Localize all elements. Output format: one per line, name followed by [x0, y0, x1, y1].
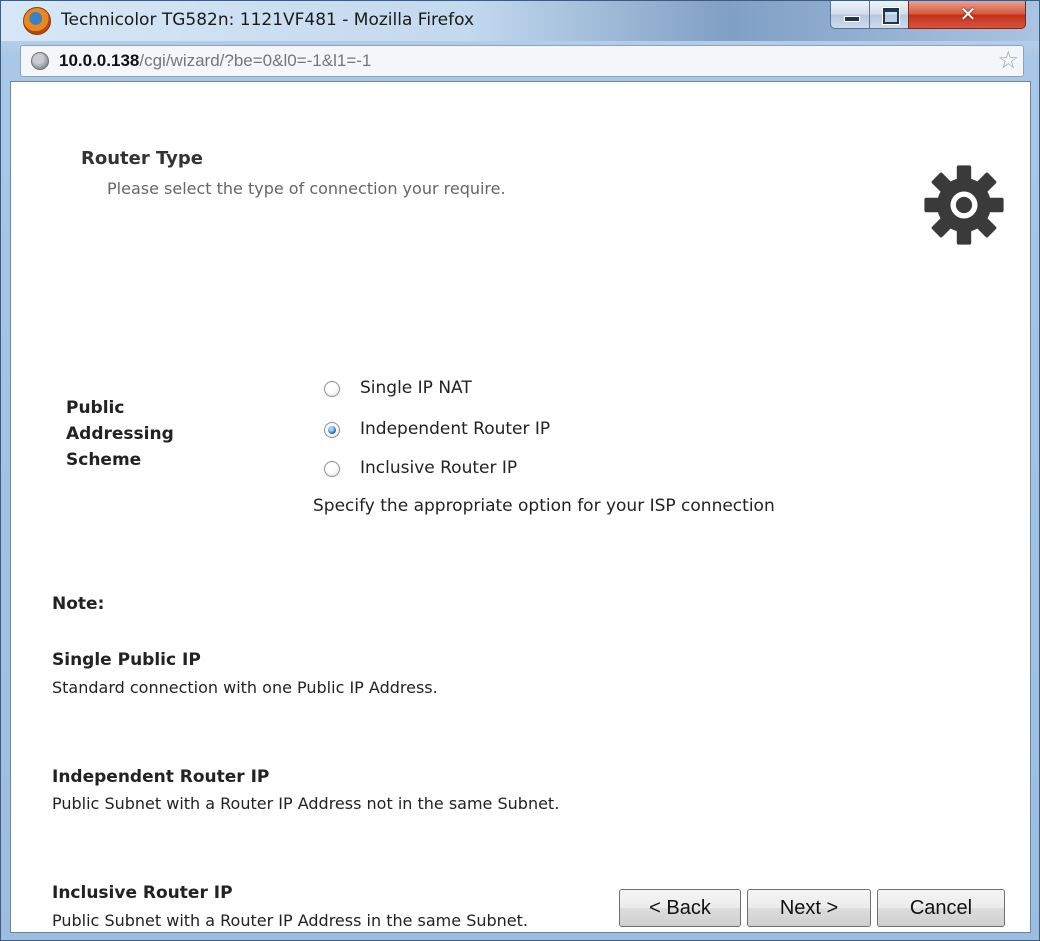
radio-independent-router-ip[interactable]	[324, 422, 340, 438]
maximize-button[interactable]	[869, 1, 909, 29]
minimize-icon	[844, 16, 860, 22]
cancel-button[interactable]: Cancel	[877, 889, 1005, 927]
back-button[interactable]: < Back	[619, 889, 741, 927]
url-text[interactable]: 10.0.0.138/cgi/wizard/?be=0&l0=-1&l1=-1	[59, 51, 371, 71]
note-description: Public Subnet with a Router IP Address i…	[52, 911, 528, 930]
option-label[interactable]: Single IP NAT	[360, 378, 472, 398]
url-host: 10.0.0.138	[59, 51, 140, 70]
page-title: Router Type	[81, 148, 203, 169]
label-line: Scheme	[66, 450, 142, 470]
option-label[interactable]: Independent Router IP	[360, 419, 550, 439]
close-button[interactable]: ✕	[908, 1, 1026, 29]
bookmark-star-icon[interactable]: ☆	[997, 47, 1019, 73]
gear-icon	[924, 165, 1004, 245]
radio-inclusive-router-ip[interactable]	[324, 461, 340, 477]
window-title: Technicolor TG582n: 1121VF481 - Mozilla …	[61, 10, 475, 30]
option-label[interactable]: Inclusive Router IP	[360, 458, 517, 478]
url-bar[interactable]: 10.0.0.138/cgi/wizard/?be=0&l0=-1&l1=-1 …	[20, 45, 1024, 77]
close-icon: ✕	[959, 2, 977, 26]
page-subtitle: Please select the type of connection you…	[107, 179, 506, 198]
note-heading: Note:	[52, 594, 105, 614]
url-path: /cgi/wizard/?be=0&l0=-1&l1=-1	[139, 51, 372, 70]
wizard-content: Router Type Please select the type of co…	[10, 81, 1031, 933]
label-line: Addressing	[66, 424, 174, 444]
site-identity-globe-icon[interactable]	[31, 52, 49, 70]
maximize-icon	[883, 8, 899, 24]
browser-window: Technicolor TG582n: 1121VF481 - Mozilla …	[0, 0, 1040, 941]
public-addressing-scheme-label: Public Addressing Scheme	[66, 395, 174, 473]
firefox-logo-icon	[23, 7, 51, 35]
note-description: Public Subnet with a Router IP Address n…	[52, 794, 560, 813]
note-title: Inclusive Router IP	[52, 883, 233, 903]
radio-single-ip-nat[interactable]	[324, 381, 340, 397]
title-bar[interactable]: Technicolor TG582n: 1121VF481 - Mozilla …	[1, 1, 1039, 41]
note-description: Standard connection with one Public IP A…	[52, 678, 438, 697]
note-title: Single Public IP	[52, 650, 201, 670]
minimize-button[interactable]	[830, 1, 870, 29]
option-hint: Specify the appropriate option for your …	[313, 496, 775, 516]
note-title: Independent Router IP	[52, 767, 270, 787]
next-button[interactable]: Next >	[747, 889, 871, 927]
label-line: Public	[66, 398, 125, 418]
